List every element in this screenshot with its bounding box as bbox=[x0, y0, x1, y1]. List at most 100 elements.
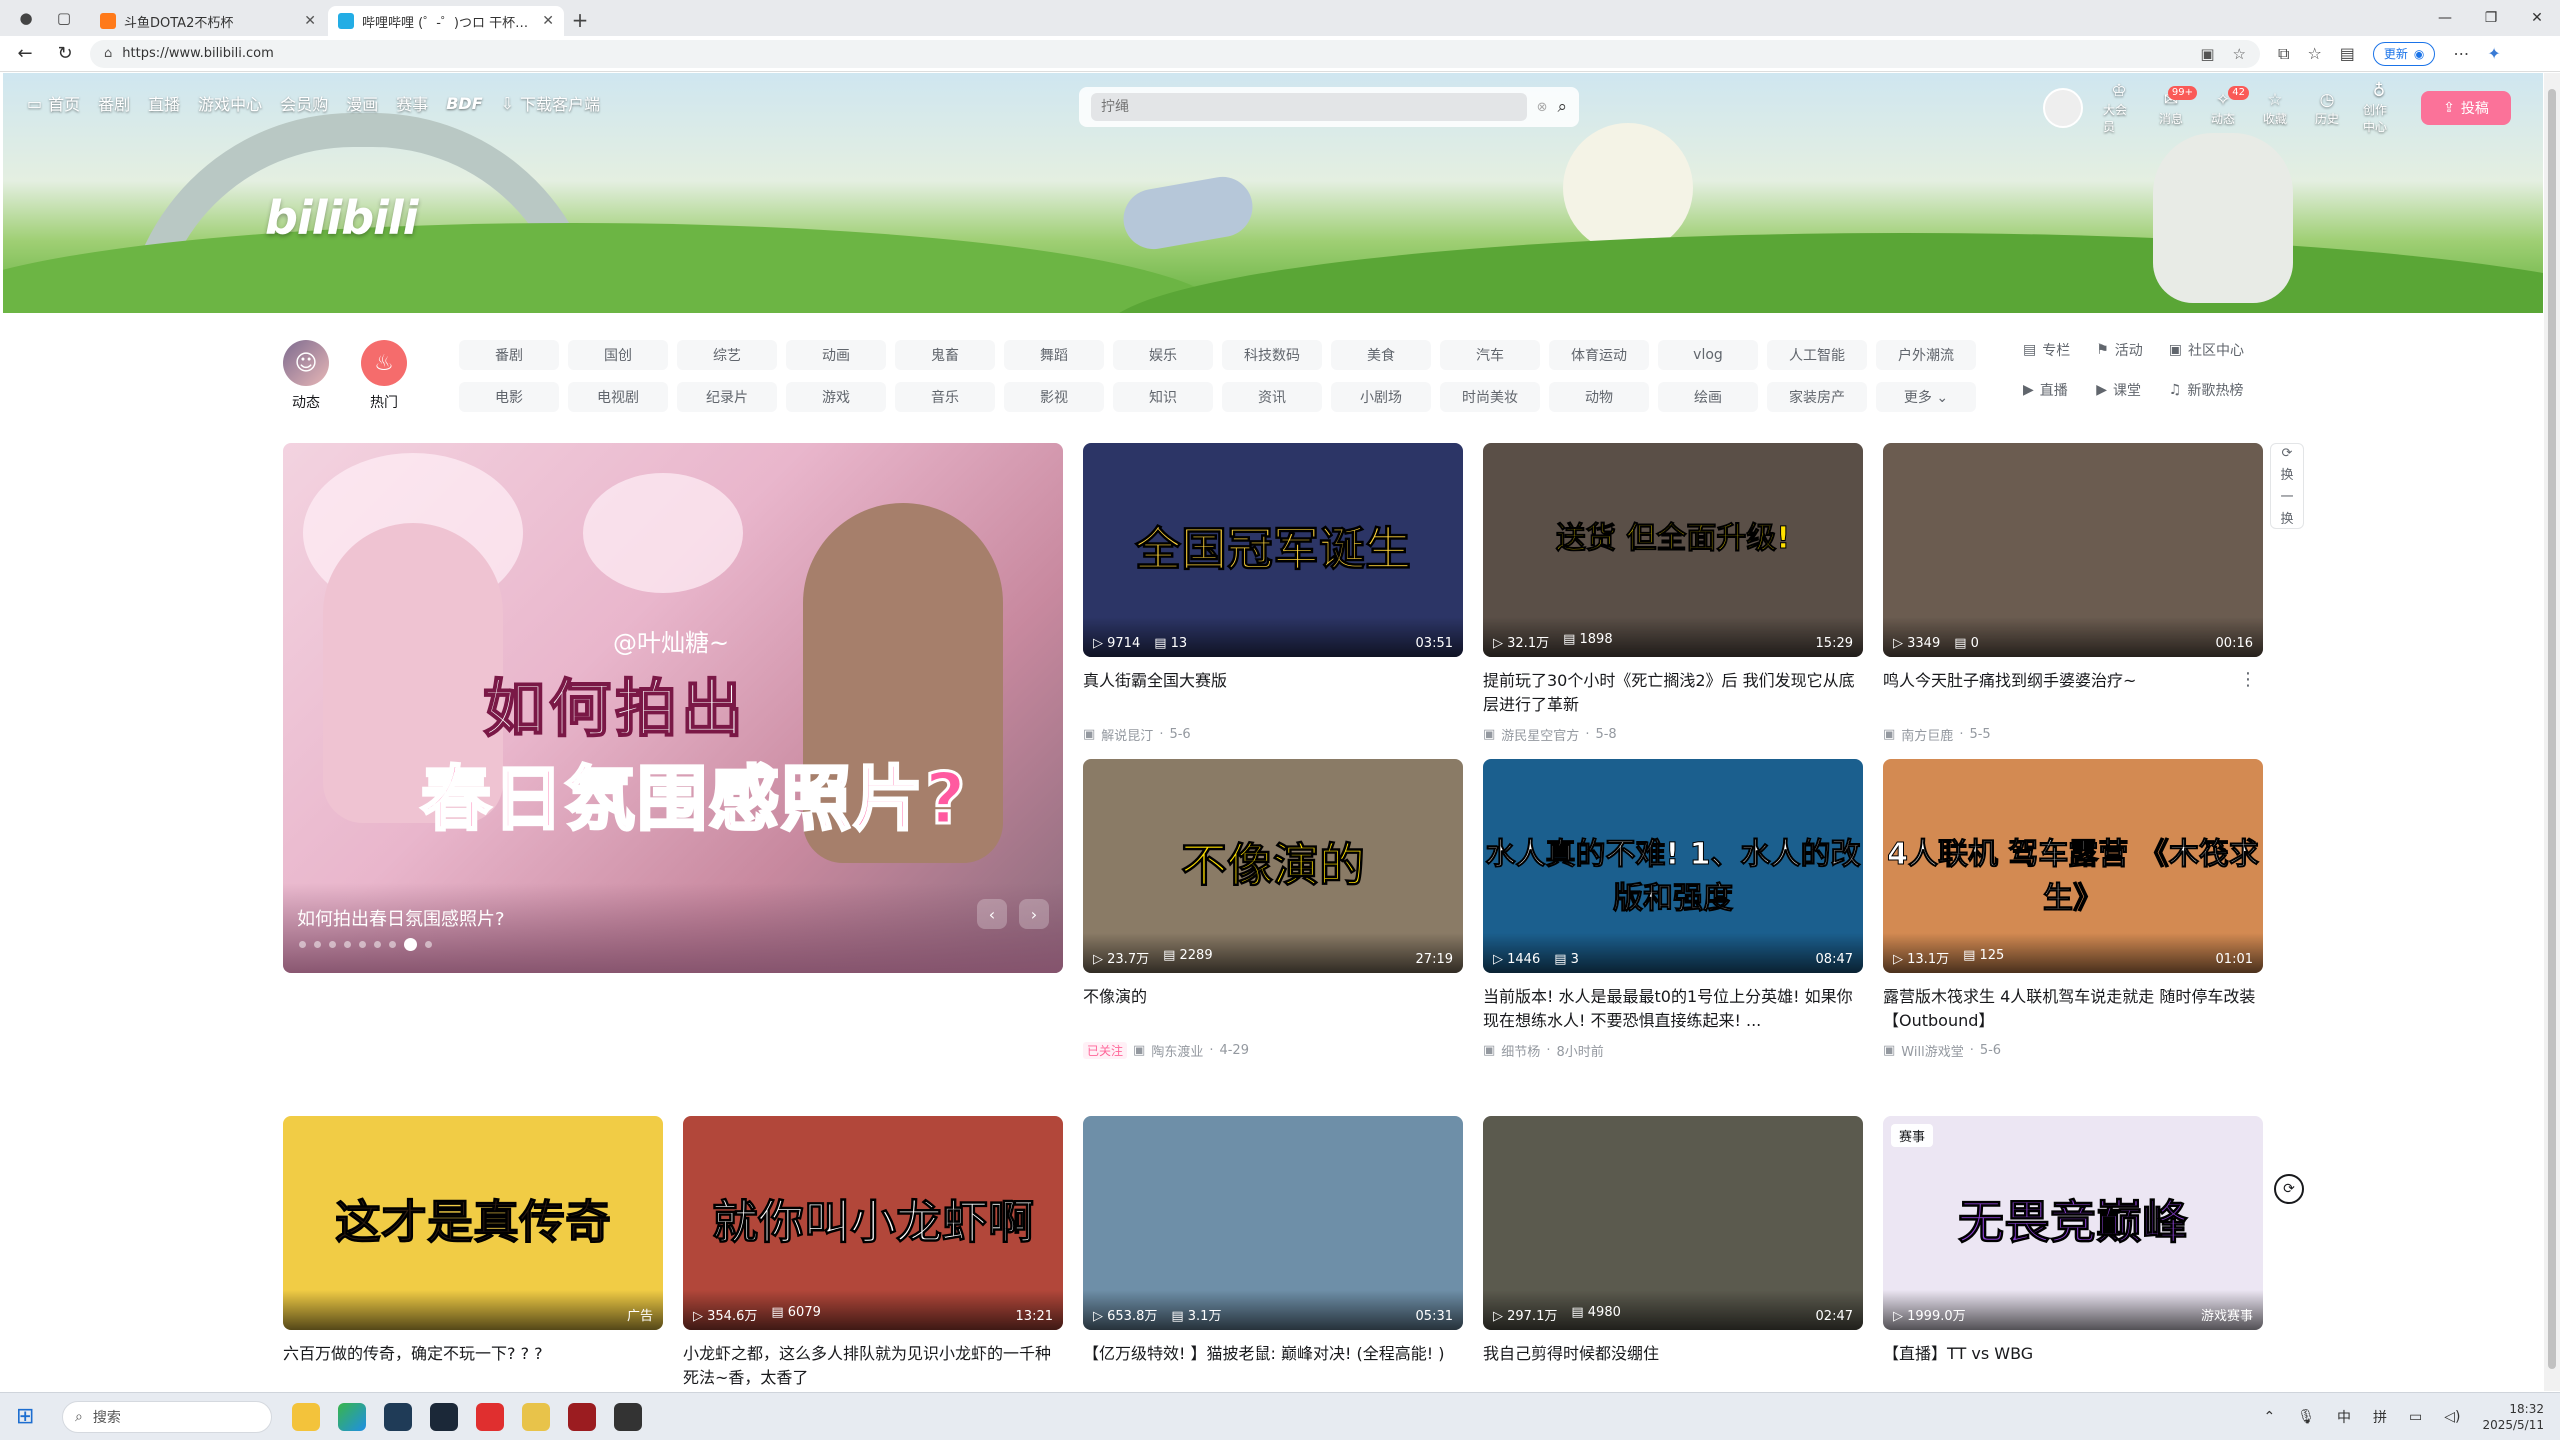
video-title[interactable]: 真人街霸全国大赛版 bbox=[1083, 669, 1463, 717]
video-title[interactable]: 不像演的 bbox=[1083, 985, 1463, 1033]
carousel-dot[interactable] bbox=[389, 941, 396, 948]
refresh-button[interactable]: ⟳ 换 一 换 bbox=[2270, 443, 2304, 529]
channel-tag[interactable]: 电影 bbox=[459, 382, 559, 412]
carousel-dot[interactable] bbox=[314, 941, 321, 948]
nav-anime[interactable]: 番剧 bbox=[98, 91, 130, 115]
collections-icon[interactable]: ▤ bbox=[2340, 44, 2355, 63]
nav-bdf[interactable]: BDF bbox=[446, 94, 482, 113]
video-title[interactable]: 露营版木筏求生 4人联机驾车说走就走 随时停车改装【Outbound】 bbox=[1883, 985, 2263, 1033]
carousel-title[interactable]: 如何拍出春日氛围感照片? bbox=[297, 905, 505, 931]
card-author[interactable]: 游民星空官方 bbox=[1501, 725, 1579, 744]
favorites-icon[interactable]: ☆ bbox=[2307, 44, 2321, 63]
channel-tag[interactable]: 音乐 bbox=[895, 382, 995, 412]
video-card[interactable]: 这才是真传奇 广告 六百万做的传奇，确定不玩一下? ? ? bbox=[283, 1116, 663, 1398]
channel-tag[interactable]: 舞蹈 bbox=[1004, 340, 1104, 370]
video-card[interactable]: 就你叫小龙虾啊 ▷ 354.6万 ▤ 6079 13:21 小龙虾之都，这么多人排… bbox=[683, 1116, 1063, 1398]
music-chart-link[interactable]: ♫ 新歌热榜 bbox=[2169, 380, 2244, 400]
nav-game-center[interactable]: 游戏中心 bbox=[198, 91, 262, 115]
favorite-star-icon[interactable]: ☆ bbox=[2233, 45, 2246, 63]
video-title[interactable]: 【直播】TT vs WBG bbox=[1883, 1342, 2263, 1390]
video-title[interactable]: 六百万做的传奇，确定不玩一下? ? ? bbox=[283, 1342, 663, 1390]
channel-tag[interactable]: 国创 bbox=[568, 340, 668, 370]
carousel-dot[interactable] bbox=[425, 941, 432, 948]
new-tab-icon[interactable]: + bbox=[566, 6, 594, 34]
channel-tag[interactable]: 番剧 bbox=[459, 340, 559, 370]
column-link[interactable]: ▤ 专栏 bbox=[2023, 340, 2070, 360]
video-title[interactable]: 当前版本! 水人是最最最t0的1号位上分英雄! 如果你现在想练水人! 不要恐惧直… bbox=[1483, 985, 1863, 1033]
channel-tag[interactable]: 美食 bbox=[1331, 340, 1431, 370]
carousel-dot-active[interactable] bbox=[404, 938, 417, 951]
channel-tag[interactable]: 知识 bbox=[1113, 382, 1213, 412]
edge-browser-icon[interactable] bbox=[338, 1402, 366, 1431]
video-card[interactable]: 不像演的 ▷ 23.7万 ▤ 2289 27:19 不像演的 已关注 ▣ 陶东渡业 · 4… bbox=[1083, 759, 1463, 1060]
video-thumbnail[interactable]: ▷ 3349 ▤ 0 00:16 bbox=[1883, 443, 2263, 657]
video-thumbnail[interactable]: 全国冠军诞生 ▷ 9714 ▤ 13 03:51 bbox=[1083, 443, 1463, 657]
avatar[interactable] bbox=[2043, 88, 2083, 128]
video-title[interactable]: 鸣人今天肚子痛找到纲手婆婆治疗~ bbox=[1883, 669, 2263, 717]
video-thumbnail[interactable]: 4人联机 驾车露营 《木筏求生》 ▷ 13.1万 ▤ 125 01:01 bbox=[1883, 759, 2263, 973]
carousel-dot[interactable] bbox=[359, 941, 366, 948]
favorites-entry[interactable]: ☆ 收藏 bbox=[2259, 90, 2291, 127]
community-link[interactable]: ▣ 社区中心 bbox=[2169, 340, 2244, 360]
nav-manga[interactable]: 漫画 bbox=[346, 91, 378, 115]
more-icon[interactable]: ⋯ bbox=[2453, 44, 2469, 63]
nav-download-client[interactable]: ⇩ 下载客户端 bbox=[501, 91, 600, 115]
video-thumbnail[interactable]: 送货 但全面升级! ▷ 32.1万 ▤ 1898 15:29 bbox=[1483, 443, 1863, 657]
close-window-icon[interactable]: ✕ bbox=[2514, 0, 2560, 36]
video-thumbnail[interactable]: 水人真的不难! 1、水人的改版和强度 ▷ 1446 ▤ 3 08:47 bbox=[1483, 759, 1863, 973]
video-title[interactable]: 小龙虾之都，这么多人排队就为见识小龙虾的一千种死法~香，太香了 bbox=[683, 1342, 1063, 1390]
card-author[interactable]: 解说昆汀 bbox=[1101, 725, 1153, 744]
tab-actions-icon[interactable]: ▢ bbox=[52, 6, 76, 30]
bilibili-logo[interactable]: bilibili bbox=[265, 191, 418, 245]
clear-icon[interactable]: ⊗ bbox=[1537, 100, 1548, 115]
scrollbar-thumb[interactable] bbox=[2548, 89, 2556, 1369]
search-icon[interactable]: ⌕ bbox=[1557, 97, 1567, 117]
back-icon[interactable]: ← bbox=[10, 39, 40, 69]
carousel-dot[interactable] bbox=[374, 941, 381, 948]
carousel-dot[interactable] bbox=[344, 941, 351, 948]
channel-tag[interactable]: 小剧场 bbox=[1331, 382, 1431, 412]
nav-live[interactable]: 直播 bbox=[148, 91, 180, 115]
card-author[interactable]: 南方巨鹿 bbox=[1901, 725, 1953, 744]
video-card[interactable]: ▷ 3349 ▤ 0 00:16 鸣人今天肚子痛找到纲手婆婆治疗~ ▣ 南方巨鹿 · 5… bbox=[1883, 443, 2263, 744]
channel-tag[interactable]: 资讯 bbox=[1222, 382, 1322, 412]
channel-tag[interactable]: 更多 ⌄ bbox=[1876, 382, 1976, 412]
card-author[interactable]: Will游戏堂 bbox=[1901, 1041, 1963, 1060]
channel-tag[interactable]: 娱乐 bbox=[1113, 340, 1213, 370]
vip-entry[interactable]: ♔ 大会员 bbox=[2103, 81, 2135, 135]
volume-icon[interactable]: ◁) bbox=[2444, 1409, 2460, 1425]
app-icon[interactable] bbox=[522, 1402, 550, 1431]
classroom-link[interactable]: ▶ 课堂 bbox=[2096, 380, 2143, 400]
file-explorer-icon[interactable] bbox=[292, 1402, 320, 1431]
video-thumbnail[interactable]: ▷ 653.8万 ▤ 3.1万 05:31 bbox=[1083, 1116, 1463, 1330]
video-thumbnail[interactable]: 这才是真传奇 广告 bbox=[283, 1116, 663, 1330]
tab-bilibili[interactable]: 哔哩哔哩 (゜-゜)つロ 干杯~-bilibili ✕ bbox=[328, 6, 564, 36]
channel-tag[interactable]: 纪录片 bbox=[677, 382, 777, 412]
channel-tag[interactable]: 综艺 bbox=[677, 340, 777, 370]
channel-tag[interactable]: 科技数码 bbox=[1222, 340, 1322, 370]
dynamic-channel[interactable]: ☺ 动态 bbox=[283, 340, 329, 412]
reader-icon[interactable]: ▣ bbox=[2200, 45, 2214, 63]
maximize-icon[interactable]: ❐ bbox=[2468, 0, 2514, 36]
video-title[interactable]: 我自己剪得时候都没绷住 bbox=[1483, 1342, 1863, 1390]
channel-tag[interactable]: 时尚美妆 bbox=[1440, 382, 1540, 412]
nav-esports[interactable]: 赛事 bbox=[396, 91, 428, 115]
nav-member-shop[interactable]: 会员购 bbox=[280, 91, 328, 115]
channel-tag[interactable]: 鬼畜 bbox=[895, 340, 995, 370]
taskbar-search[interactable]: ⌕ 搜索 bbox=[62, 1400, 272, 1433]
video-card[interactable]: 全国冠军诞生 ▷ 9714 ▤ 13 03:51 真人街霸全国大赛版 ▣ 解说昆汀 ·… bbox=[1083, 443, 1463, 744]
featured-carousel[interactable]: @叶灿糖~ 如何拍出 春日氛围感照片? 如何拍出春日氛围感照片? ‹ › bbox=[283, 443, 1063, 973]
search-input[interactable] bbox=[1091, 93, 1527, 121]
floating-refresh-icon[interactable]: ⟳ bbox=[2274, 1174, 2304, 1204]
chevron-left-icon[interactable]: ‹ bbox=[977, 899, 1007, 929]
ime-mode[interactable]: 拼 bbox=[2373, 1407, 2387, 1427]
channel-tag[interactable]: 家装房产 bbox=[1767, 382, 1867, 412]
netease-music-icon[interactable] bbox=[476, 1402, 504, 1431]
app-icon[interactable] bbox=[568, 1402, 596, 1431]
video-card[interactable]: ▷ 653.8万 ▤ 3.1万 05:31 【亿万级特效! 】猫披老鼠: 巅峰对决… bbox=[1083, 1116, 1463, 1398]
tab-douyu[interactable]: 斗鱼DOTA2不朽杯 ✕ bbox=[90, 6, 326, 36]
channel-tag[interactable]: 游戏 bbox=[786, 382, 886, 412]
mic-icon[interactable]: 🎙︎ bbox=[2297, 1409, 2315, 1425]
video-thumbnail[interactable]: 就你叫小龙虾啊 ▷ 354.6万 ▤ 6079 13:21 bbox=[683, 1116, 1063, 1330]
copilot-icon[interactable]: ✦ bbox=[2487, 44, 2500, 63]
